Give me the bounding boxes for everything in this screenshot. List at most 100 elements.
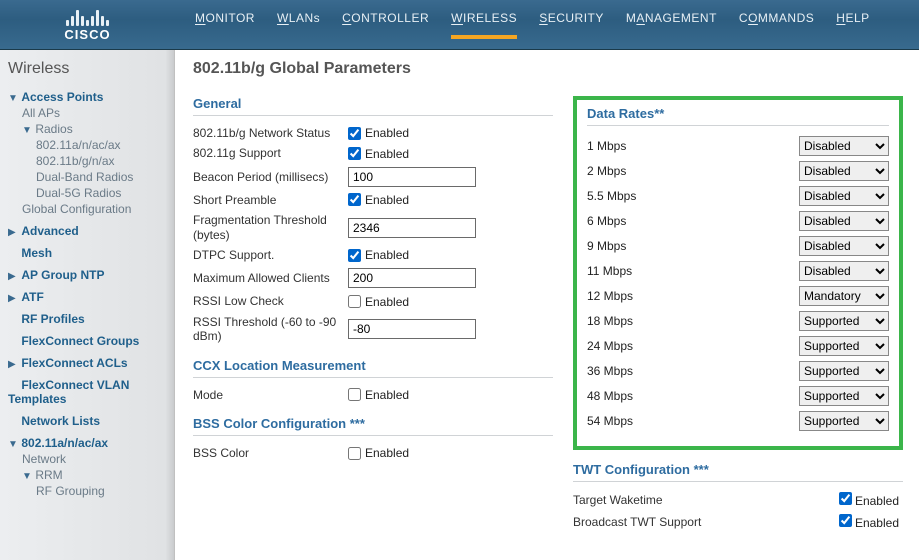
label-short-preamble: Short Preamble xyxy=(193,193,348,207)
triangle-right-icon[interactable]: ▶ xyxy=(8,293,18,304)
sidebar: Wireless ▼ Access Points All APs ▼ Radio… xyxy=(0,50,175,560)
triangle-right-icon[interactable]: ▶ xyxy=(8,227,18,238)
section-title-bss: BSS Color Configuration *** xyxy=(193,416,553,436)
sidebar-item-flexconnect-groups[interactable]: FlexConnect Groups xyxy=(21,334,139,348)
sidebar-item-rf-grouping[interactable]: RF Grouping xyxy=(36,484,105,498)
sidebar-item-ap-group-ntp[interactable]: AP Group NTP xyxy=(21,268,104,282)
sidebar-item-network-lists[interactable]: Network Lists xyxy=(21,414,100,428)
sidebar-item-80211anacax[interactable]: 802.11a/n/ac/ax xyxy=(21,436,108,450)
label-max-clients: Maximum Allowed Clients xyxy=(193,271,348,285)
nav-controller[interactable]: CONTROLLER xyxy=(342,11,429,39)
sidebar-item-all-aps[interactable]: All APs xyxy=(22,106,60,120)
nav-wireless[interactable]: WIRELESS xyxy=(451,11,517,39)
sidebar-item-network[interactable]: Network xyxy=(22,452,66,466)
checkbox-bss-color[interactable] xyxy=(348,447,361,460)
data-rate-select[interactable]: DisabledMandatorySupported xyxy=(799,336,889,356)
nav-help[interactable]: HELP xyxy=(836,11,869,39)
triangle-right-icon[interactable]: ▶ xyxy=(8,271,18,282)
data-rate-row: 1 MbpsDisabledMandatorySupported xyxy=(587,136,889,156)
sidebar-item-radios[interactable]: Radios xyxy=(35,122,72,136)
data-rate-label: 6 Mbps xyxy=(587,214,626,228)
sidebar-item-flexconnect-acls[interactable]: FlexConnect ACLs xyxy=(21,356,127,370)
data-rate-row: 11 MbpsDisabledMandatorySupported xyxy=(587,261,889,281)
data-rates-highlight: Data Rates** 1 MbpsDisabledMandatorySupp… xyxy=(573,96,903,450)
data-rate-select[interactable]: DisabledMandatorySupported xyxy=(799,411,889,431)
sidebar-item-radio-bgnax[interactable]: 802.11b/g/n/ax xyxy=(36,154,115,168)
sidebar-item-atf[interactable]: ATF xyxy=(21,290,43,304)
checkbox-network-status[interactable] xyxy=(348,127,361,140)
chk-label-11g-support: Enabled xyxy=(365,147,409,161)
data-rate-row: 6 Mbps DisabledMandatorySupported xyxy=(587,211,889,231)
top-header: CISCO MONITOR WLANs CONTROLLER WIRELESS … xyxy=(0,0,919,50)
nav-security[interactable]: SECURITY xyxy=(539,11,604,39)
data-rate-row: 12 MbpsDisabledMandatorySupported xyxy=(587,286,889,306)
sidebar-item-dual-5g[interactable]: Dual-5G Radios xyxy=(36,186,121,200)
nav-monitor[interactable]: MONITOR xyxy=(195,11,255,39)
data-rate-select[interactable]: DisabledMandatorySupported xyxy=(799,286,889,306)
data-rate-select[interactable]: DisabledMandatorySupported xyxy=(799,211,889,231)
data-rate-row: 18 Mbps DisabledMandatorySupported xyxy=(587,311,889,331)
sidebar-item-access-points[interactable]: Access Points xyxy=(21,90,103,104)
sidebar-tree: ▼ Access Points All APs ▼ Radios 802.11a… xyxy=(8,90,166,498)
sidebar-item-rrm[interactable]: RRM xyxy=(35,468,62,482)
checkbox-target-waketime[interactable] xyxy=(839,492,852,505)
nav-management[interactable]: MANAGEMENT xyxy=(626,11,717,39)
sidebar-item-flexconnect-vlan[interactable]: FlexConnect VLAN Templates xyxy=(8,378,129,406)
nav-commands[interactable]: COMMANDS xyxy=(739,11,814,39)
chk-label-target-waketime: Enabled xyxy=(855,494,899,508)
data-rate-row: 9 Mbps DisabledMandatorySupported xyxy=(587,236,889,256)
data-rate-select[interactable]: DisabledMandatorySupported xyxy=(799,236,889,256)
data-rate-row: 48 MbpsDisabledMandatorySupported xyxy=(587,386,889,406)
sidebar-item-mesh[interactable]: Mesh xyxy=(21,246,52,260)
data-rate-select[interactable]: DisabledMandatorySupported xyxy=(799,386,889,406)
data-rate-select[interactable]: DisabledMandatorySupported xyxy=(799,261,889,281)
sidebar-title: Wireless xyxy=(8,60,166,78)
section-ccx: CCX Location Measurement Mode Enabled xyxy=(193,358,553,402)
data-rate-select[interactable]: DisabledMandatorySupported xyxy=(799,186,889,206)
data-rate-label: 9 Mbps xyxy=(587,239,626,253)
triangle-down-icon[interactable]: ▼ xyxy=(22,471,32,482)
input-beacon-period[interactable] xyxy=(348,167,476,187)
triangle-down-icon[interactable]: ▼ xyxy=(8,93,18,104)
input-rssi-threshold[interactable] xyxy=(348,319,476,339)
chk-label-broadcast-twt: Enabled xyxy=(855,516,899,530)
chk-label-rssi-low: Enabled xyxy=(365,295,409,309)
sidebar-item-dual-band[interactable]: Dual-Band Radios xyxy=(36,170,133,184)
checkbox-short-preamble[interactable] xyxy=(348,193,361,206)
label-bss-color: BSS Color xyxy=(193,446,348,460)
page-title: 802.11b/g Global Parameters xyxy=(193,60,903,78)
sidebar-item-radio-anacax[interactable]: 802.11a/n/ac/ax xyxy=(36,138,121,152)
checkbox-ccx-mode[interactable] xyxy=(348,388,361,401)
input-frag-threshold[interactable] xyxy=(348,218,476,238)
sidebar-item-advanced[interactable]: Advanced xyxy=(21,224,78,238)
checkbox-dtpc[interactable] xyxy=(348,249,361,262)
data-rate-row: 36 MbpsDisabledMandatorySupported xyxy=(587,361,889,381)
content-area: 802.11b/g Global Parameters General 802.… xyxy=(175,50,919,560)
label-rssi-low: RSSI Low Check xyxy=(193,294,348,308)
triangle-down-icon[interactable]: ▼ xyxy=(8,439,18,450)
nav-wlans[interactable]: WLANs xyxy=(277,11,320,39)
data-rate-select[interactable]: DisabledMandatorySupported xyxy=(799,361,889,381)
sidebar-item-global-config[interactable]: Global Configuration xyxy=(22,202,131,216)
section-general: General 802.11b/g Network Status Enabled… xyxy=(193,96,553,344)
checkbox-11g-support[interactable] xyxy=(348,147,361,160)
triangle-down-icon[interactable]: ▼ xyxy=(22,125,32,136)
label-frag-threshold: Fragmentation Threshold (bytes) xyxy=(193,213,348,242)
section-title-twt: TWT Configuration *** xyxy=(573,462,903,482)
data-rate-select[interactable]: DisabledMandatorySupported xyxy=(799,311,889,331)
sidebar-item-rf-profiles[interactable]: RF Profiles xyxy=(21,312,84,326)
data-rate-select[interactable]: DisabledMandatorySupported xyxy=(799,136,889,156)
triangle-right-icon[interactable]: ▶ xyxy=(8,359,18,370)
checkbox-rssi-low[interactable] xyxy=(348,295,361,308)
chk-label-ccx-mode: Enabled xyxy=(365,388,409,402)
section-title-general: General xyxy=(193,96,553,116)
checkbox-broadcast-twt[interactable] xyxy=(839,514,852,527)
data-rate-row: 24 MbpsDisabledMandatorySupported xyxy=(587,336,889,356)
data-rate-label: 18 Mbps xyxy=(587,314,633,328)
input-max-clients[interactable] xyxy=(348,268,476,288)
section-bss-color: BSS Color Configuration *** BSS Color En… xyxy=(193,416,553,460)
data-rate-select[interactable]: DisabledMandatorySupported xyxy=(799,161,889,181)
data-rate-label: 5.5 Mbps xyxy=(587,189,636,203)
top-nav: MONITOR WLANs CONTROLLER WIRELESS SECURI… xyxy=(175,11,870,39)
cisco-logo-bars-icon xyxy=(66,8,109,26)
